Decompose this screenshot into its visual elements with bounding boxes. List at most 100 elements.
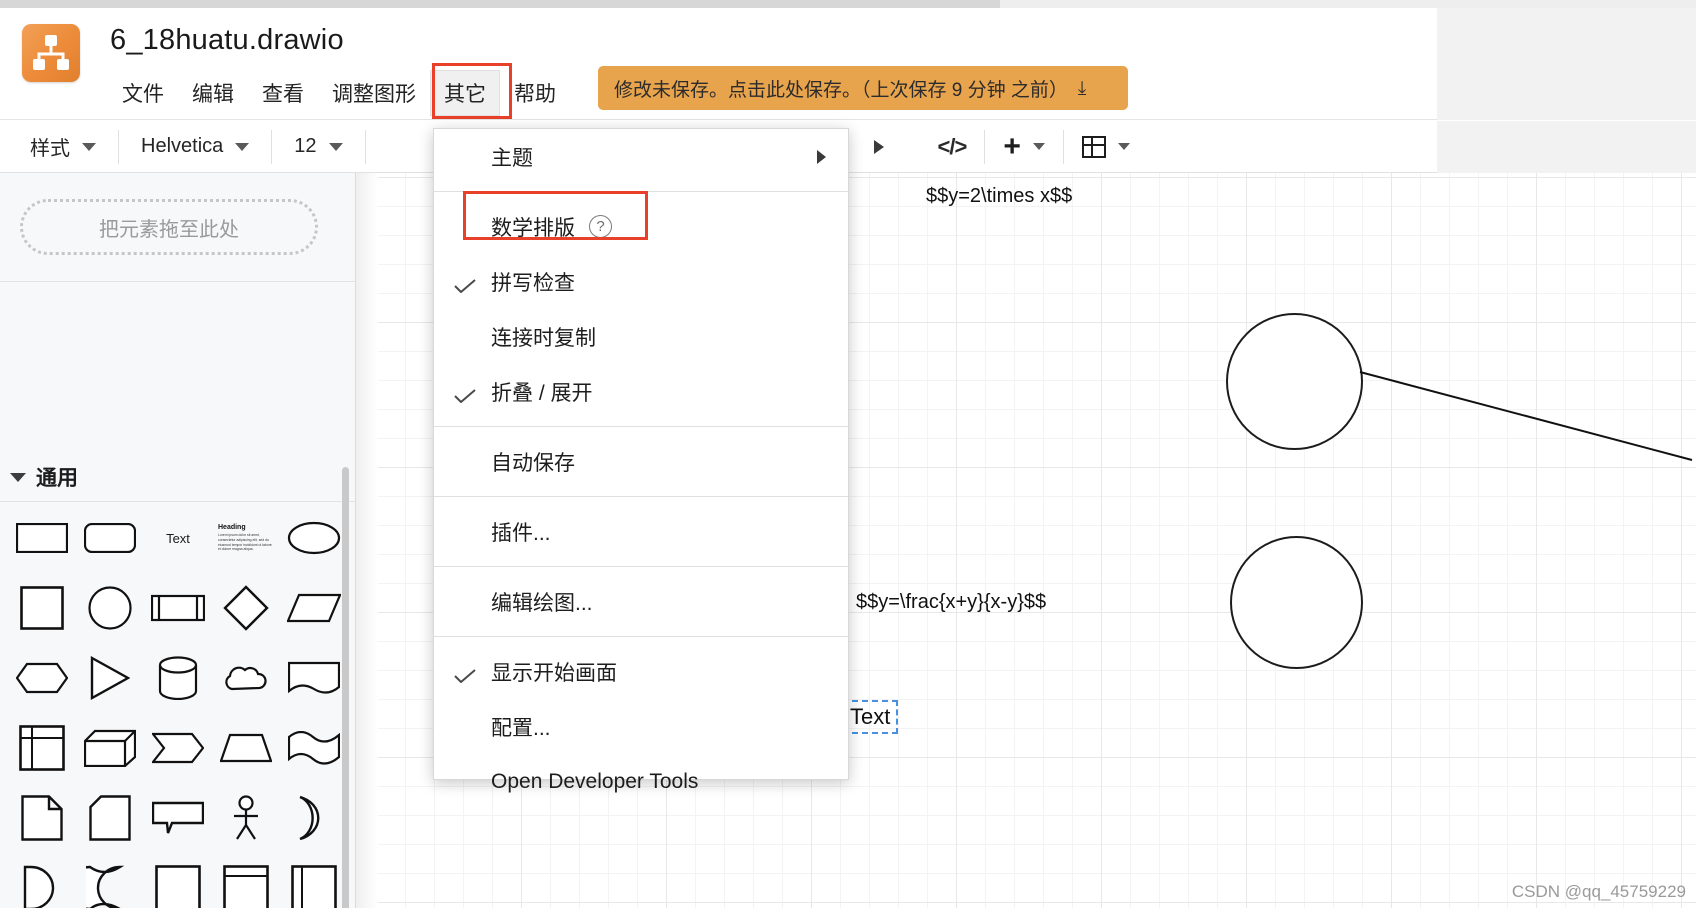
shape-trapezoid[interactable] <box>212 721 280 775</box>
shape-circle[interactable] <box>76 581 144 635</box>
font-family-value: Helvetica <box>141 135 224 157</box>
shape-hexagon[interactable] <box>8 651 76 705</box>
menu-item-edit-diagram[interactable]: 编辑绘图... <box>434 574 848 629</box>
shapes-section-general[interactable]: 通用 <box>0 455 355 499</box>
unsaved-changes-banner[interactable]: 修改未保存。点击此处保存。（上次保存 9 分钟 之前） ⤓ <box>598 66 1128 110</box>
formula-fraction[interactable]: $$y=\frac{x+y}{x-y}$$ <box>856 591 1046 614</box>
shape-text[interactable]: Text <box>144 511 212 565</box>
shape-rounded-rectangle[interactable] <box>76 511 144 565</box>
menu-item-plugins[interactable]: 插件... <box>434 504 848 559</box>
shape-half-ellipse[interactable] <box>8 861 76 908</box>
shape-ellipse[interactable] <box>280 511 348 565</box>
menu-view[interactable]: 查看 <box>248 70 318 116</box>
file-title: 6_18huatu.drawio <box>110 24 344 56</box>
menu-arrange[interactable]: 调整图形 <box>318 70 430 116</box>
watermark: CSDN @qq_45759229 <box>1511 882 1686 901</box>
shape-horizontal-container[interactable] <box>280 861 348 908</box>
shape-heading-text[interactable]: Heading Lorem ipsum dolor sit amet, cons… <box>212 511 280 565</box>
code-icon: </> <box>937 133 968 159</box>
shape-parallelogram[interactable] <box>280 581 348 635</box>
shape-square[interactable] <box>8 581 76 635</box>
formula-multiplication[interactable]: $$y=2\times x$$ <box>926 185 1072 208</box>
menu-item-copy-on-connect[interactable]: 连接时复制 <box>434 309 848 364</box>
menu-item-open-developer-tools[interactable]: Open Developer Tools <box>434 754 848 809</box>
menu-item-label: 自动保存 <box>491 451 575 475</box>
font-family-dropdown[interactable]: Helvetica <box>119 129 273 164</box>
chevron-down-icon <box>1117 143 1130 150</box>
edit-style-button[interactable]: </> <box>920 129 986 164</box>
shape-document[interactable] <box>280 651 348 705</box>
menu-item-label: 折叠 / 展开 <box>491 381 593 405</box>
style-dropdown[interactable]: 样式 <box>0 129 119 164</box>
shape-wave[interactable] <box>280 721 348 775</box>
chevron-right-icon <box>873 139 884 154</box>
window-top-strip <box>0 0 1696 8</box>
menu-extras[interactable]: 其它 <box>430 70 500 116</box>
canvas-circle-bottom[interactable] <box>1230 536 1363 669</box>
menu-item-label: 编辑绘图... <box>491 591 593 615</box>
shape-cylinder[interactable] <box>144 651 212 705</box>
menu-help[interactable]: 帮助 <box>500 70 570 116</box>
plus-icon: + <box>1003 129 1021 163</box>
menu-item-label: 主题 <box>491 146 533 170</box>
shape-dropzone[interactable]: 把元素拖至此处 <box>20 199 318 255</box>
shape-vertical-container[interactable] <box>212 861 280 908</box>
shape-heading-body: Lorem ipsum dolor sit amet, consectetur … <box>218 533 272 552</box>
shapes-section-label: 通用 <box>36 467 78 490</box>
menu-item-theme[interactable]: 主题 <box>434 129 848 184</box>
canvas-left-shadow <box>356 173 378 908</box>
canvas-text-node[interactable]: Text <box>841 700 899 734</box>
menu-item-configuration[interactable]: 配置... <box>434 699 848 754</box>
shape-cloud[interactable] <box>212 651 280 705</box>
shape-container[interactable] <box>144 861 212 908</box>
font-size-dropdown[interactable]: 12 <box>272 129 366 164</box>
menu-item-label: 数学排版 <box>491 216 575 240</box>
insert-table-button[interactable] <box>1064 130 1148 164</box>
menu-item-autosave[interactable]: 自动保存 <box>434 434 848 489</box>
shape-actor[interactable] <box>212 791 280 845</box>
menu-item-spell-check[interactable]: 拼写检查 <box>434 254 848 309</box>
menu-file[interactable]: 文件 <box>108 70 178 116</box>
toolbar-right-padding <box>1437 121 1696 173</box>
menu-separator <box>434 636 848 637</box>
shape-process[interactable] <box>144 581 212 635</box>
drawio-app-window: 6_18huatu.drawio 文件 编辑 查看 调整图形 其它 帮助 修改未… <box>0 0 1696 908</box>
menu-item-label: 连接时复制 <box>491 326 596 350</box>
shapes-panel-scrollbar[interactable] <box>342 467 349 908</box>
menu-item-mathematical-typesetting[interactable]: 数学排版 ? <box>434 199 848 254</box>
canvas-edge[interactable] <box>1356 368 1696 498</box>
shape-dropzone-label: 把元素拖至此处 <box>99 218 239 241</box>
save-download-icon[interactable]: ⤓ <box>1078 79 1086 98</box>
panel-divider <box>0 281 355 282</box>
shape-callout[interactable] <box>144 791 212 845</box>
menu-edit[interactable]: 编辑 <box>178 70 248 116</box>
shape-crescent[interactable] <box>280 791 348 845</box>
help-icon[interactable]: ? <box>589 215 612 238</box>
shape-rectangle[interactable] <box>8 511 76 565</box>
menu-item-label: Open Developer Tools <box>491 769 699 793</box>
canvas-circle-top[interactable] <box>1226 313 1363 450</box>
shape-cube[interactable] <box>76 721 144 775</box>
check-icon <box>454 665 476 683</box>
drawio-logo-icon <box>22 24 80 82</box>
menu-item-show-start-screen[interactable]: 显示开始画面 <box>434 644 848 699</box>
chevron-down-icon <box>235 142 250 151</box>
toolbar-expand-arrow[interactable] <box>856 130 902 164</box>
shape-chevron-step[interactable] <box>144 721 212 775</box>
shape-heading-label: Heading <box>218 524 246 532</box>
extras-dropdown-menu[interactable]: 主题 数学排版 ? 拼写检查 连接时复制 折叠 / 展开 自动保存 插件... … <box>433 128 849 793</box>
chevron-down-icon <box>328 142 343 151</box>
menu-item-collapse-expand[interactable]: 折叠 / 展开 <box>434 364 848 419</box>
shape-triangle[interactable] <box>76 651 144 705</box>
shape-card[interactable] <box>76 791 144 845</box>
shape-text-label: Text <box>166 530 190 546</box>
menu-separator <box>434 191 848 192</box>
shape-note[interactable] <box>8 791 76 845</box>
menu-item-label: 拼写检查 <box>491 271 575 295</box>
shape-table[interactable] <box>8 721 76 775</box>
menu-separator <box>434 496 848 497</box>
shape-tape[interactable] <box>76 861 144 908</box>
unsaved-changes-text: 修改未保存。点击此处保存。（上次保存 9 分钟 之前） <box>614 79 1068 101</box>
shape-diamond[interactable] <box>212 581 280 635</box>
insert-button[interactable]: + <box>985 129 1064 164</box>
